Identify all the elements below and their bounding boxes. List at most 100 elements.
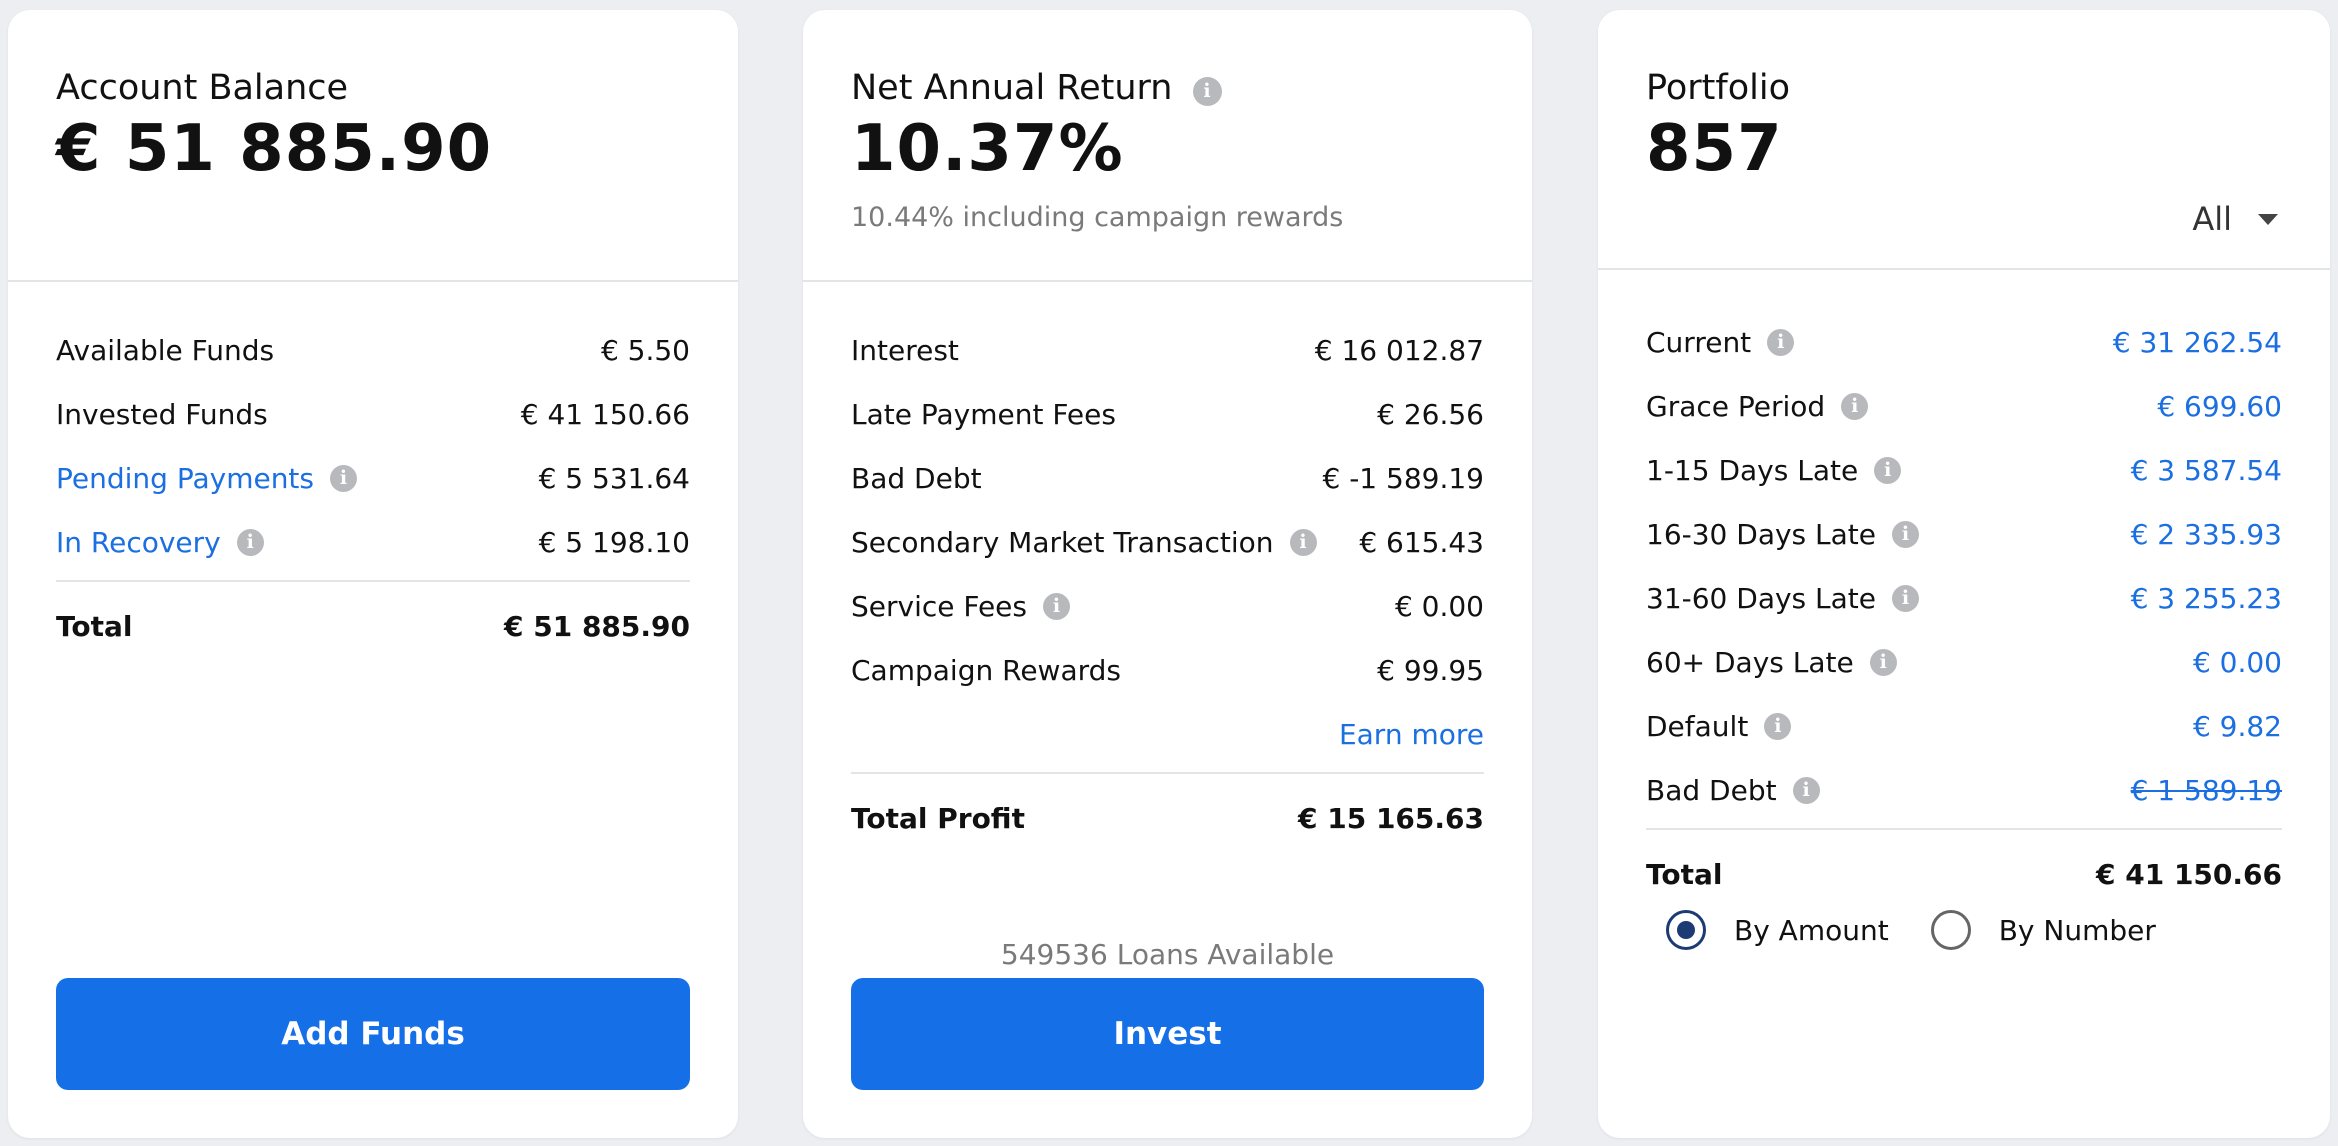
by-number-label[interactable]: By Number [1999,914,2156,947]
info-icon[interactable]: i [1841,392,1869,420]
info-icon[interactable]: i [1874,456,1902,484]
interest-label: Interest [851,333,959,367]
pending-payments-label[interactable]: Pending Payments [56,462,314,495]
portfolio-title: Portfolio [1646,68,1790,108]
1-15-days-late-value-link[interactable]: € 3 587.54 [2131,454,2282,487]
60-plus-days-late-value-link[interactable]: € 0.00 [2193,646,2282,679]
account-balance-breakdown: Available Funds € 5.50 Invested Funds € … [56,318,690,658]
portfolio-total-value: € 41 150.66 [2096,857,2282,891]
row-31-60-days-late: 31-60 Days Late i € 3 255.23 [1646,566,2282,630]
by-number-radio[interactable] [1930,910,1971,950]
late-payment-fees-value: € 26.56 [1377,397,1484,431]
row-bad-debt-portfolio: Bad Debt i € 1 589.19 [1646,758,2282,822]
chevron-down-icon[interactable] [2258,213,2278,225]
info-icon[interactable]: i [1764,712,1792,740]
add-funds-button[interactable]: Add Funds [56,978,690,1090]
info-icon[interactable]: i [1869,648,1897,676]
account-balance-title: Account Balance [56,68,349,108]
bad-debt-value: € -1 589.19 [1322,461,1484,495]
row-bad-debt: Bad Debt € -1 589.19 [851,446,1484,510]
current-label: Current [1646,325,1752,359]
late-payment-fees-label: Late Payment Fees [851,397,1116,431]
in-recovery-label[interactable]: In Recovery [56,526,221,559]
bad-debt-portfolio-value-link[interactable]: € 1 589.19 [2131,774,2282,807]
total-profit-label: Total Profit [851,801,1025,835]
info-icon[interactable]: i [1289,528,1317,556]
available-funds-value: € 5.50 [600,333,690,367]
by-amount-option[interactable]: By Amount [1666,910,1889,950]
net-annual-return-header: Net Annual Return i 10.37% 10.44% includ… [803,10,1532,282]
current-value-link[interactable]: € 31 262.54 [2113,326,2282,359]
row-in-recovery: In Recovery i € 5 198.10 [56,510,690,574]
row-pending-payments: Pending Payments i € 5 531.64 [56,446,690,510]
info-icon[interactable]: i [1192,76,1222,106]
current-label-wrap: Current i [1646,325,1795,359]
dashboard-cards: Account Balance € 51 885.90 Available Fu… [0,0,2338,1146]
by-number-option[interactable]: By Number [1930,910,2156,950]
campaign-rewards-label: Campaign Rewards [851,653,1121,687]
secondary-market-transaction-label: Secondary Market Transaction [851,525,1274,559]
divider [56,580,690,582]
31-60-days-late-value-link[interactable]: € 3 255.23 [2131,582,2282,615]
available-funds-label: Available Funds [56,333,275,367]
info-icon[interactable]: i [236,528,264,556]
row-interest: Interest € 16 012.87 [851,318,1484,382]
16-30-days-late-label-wrap: 16-30 Days Late i [1646,517,1920,551]
info-icon[interactable]: i [330,464,358,492]
row-campaign-rewards: Campaign Rewards € 99.95 [851,638,1484,702]
row-16-30-days-late: 16-30 Days Late i € 2 335.93 [1646,502,2282,566]
invest-button[interactable]: Invest [851,978,1484,1090]
info-icon[interactable]: i [1892,584,1920,612]
row-service-fees: Service Fees i € 0.00 [851,574,1484,638]
pending-payments-link[interactable]: Pending Payments i [56,462,358,495]
pending-payments-value: € 5 531.64 [538,461,690,495]
16-30-days-late-value-link[interactable]: € 2 335.93 [2131,518,2282,551]
info-icon[interactable]: i [1767,328,1795,356]
bad-debt-label: Bad Debt [851,461,982,495]
info-icon[interactable]: i [1892,520,1920,548]
divider [1646,828,2282,830]
portfolio-view-toggle: By Amount By Number [1646,910,2282,950]
net-annual-return-subtitle: 10.44% including campaign rewards [851,202,1344,233]
row-current: Current i € 31 262.54 [1646,310,2282,374]
bad-debt-portfolio-label: Bad Debt [1646,773,1777,807]
account-total-row: Total € 51 885.90 [56,594,690,658]
grace-period-label: Grace Period [1646,389,1826,423]
service-fees-value: € 0.00 [1394,589,1484,623]
by-amount-label[interactable]: By Amount [1734,914,1889,947]
net-annual-return-card: Net Annual Return i 10.37% 10.44% includ… [803,10,1532,1138]
by-amount-radio[interactable] [1666,910,1706,950]
portfolio-breakdown: Current i € 31 262.54 Grace Period i € 6… [1646,310,2282,950]
bad-debt-portfolio-label-wrap: Bad Debt i [1646,774,1820,807]
grace-period-value-link[interactable]: € 699.60 [2157,390,2282,423]
net-annual-return-title: Net Annual Return [851,68,1173,108]
60-plus-days-late-label: 60+ Days Late [1646,645,1854,679]
row-default: Default i € 9.82 [1646,694,2282,758]
account-balance-value: € 51 885.90 [56,112,493,186]
default-value-link[interactable]: € 9.82 [2193,710,2282,743]
account-total-value: € 51 885.90 [504,609,690,643]
invested-funds-value: € 41 150.66 [520,397,690,431]
service-fees-label: Service Fees [851,589,1027,623]
secondary-market-transaction-value: € 615.43 [1359,525,1484,559]
secondary-market-label-wrap: Secondary Market Transaction i [851,526,1317,559]
service-fees-label-wrap: Service Fees i [851,590,1070,623]
loans-available-count: 549536 Loans Available [1000,938,1335,971]
default-label: Default [1646,709,1749,743]
60-plus-days-late-label-wrap: 60+ Days Late i [1646,646,1897,679]
earn-more-link[interactable]: Earn more [1339,718,1484,751]
net-annual-return-value: 10.37% [851,112,1124,186]
portfolio-filter-value[interactable]: All [2192,200,2232,238]
16-30-days-late-label: 16-30 Days Late [1646,517,1877,551]
portfolio-filter-dropdown[interactable]: All [2192,200,2278,238]
row-60-plus-days-late: 60+ Days Late i € 0.00 [1646,630,2282,694]
info-icon[interactable]: i [1043,592,1070,620]
in-recovery-link[interactable]: In Recovery i [56,526,264,559]
row-available-funds: Available Funds € 5.50 [56,318,690,382]
net-annual-return-title-wrap: Net Annual Return i [851,68,1222,108]
total-profit-row: Total Profit € 15 165.63 [851,786,1484,850]
info-icon[interactable]: i [1792,776,1820,804]
portfolio-header: Portfolio 857 All [1598,10,2330,270]
earn-more-row: Earn more [851,702,1484,766]
account-balance-header: Account Balance € 51 885.90 [8,10,738,282]
